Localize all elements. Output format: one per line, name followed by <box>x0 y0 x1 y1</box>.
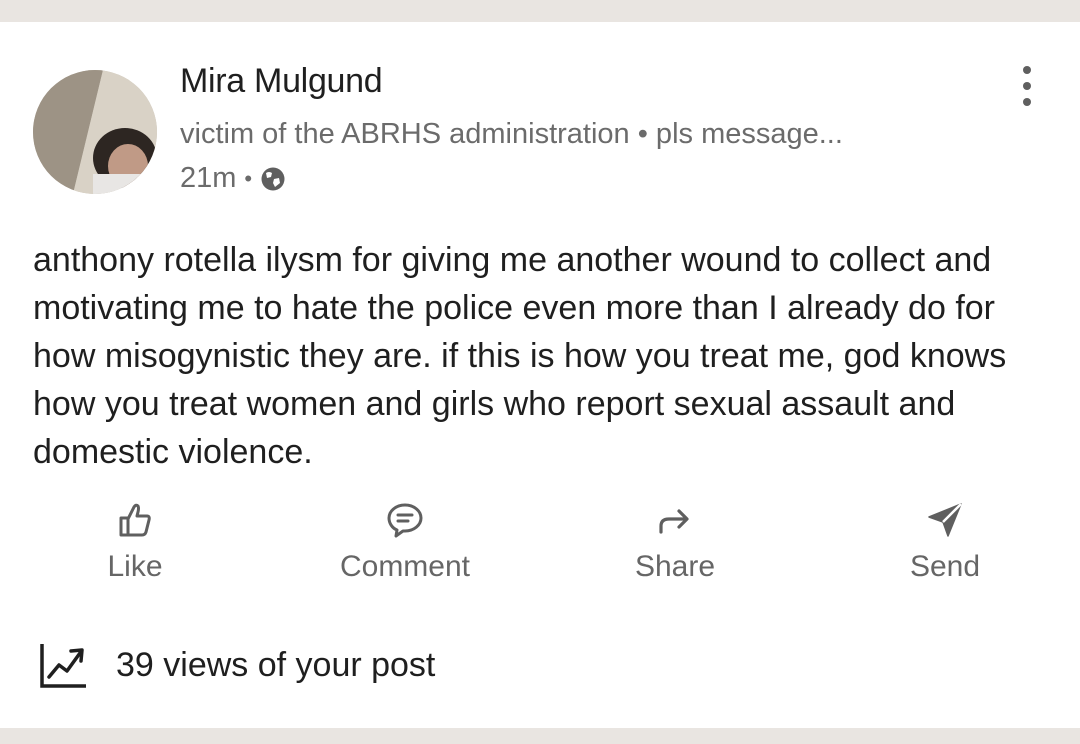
post-card: Mira Mulgund victim of the ABRHS adminis… <box>0 22 1080 728</box>
thumbs-up-icon <box>119 503 151 537</box>
avatar[interactable] <box>33 70 157 194</box>
more-options-button[interactable] <box>1008 64 1046 108</box>
author-headline[interactable]: victim of the ABRHS administration • pls… <box>180 118 940 151</box>
globe-icon <box>260 166 286 192</box>
like-button[interactable]: Like <box>35 500 235 600</box>
send-icon <box>928 503 962 537</box>
post-text: anthony rotella ilysm for giving me anot… <box>33 241 1007 471</box>
author-name[interactable]: Mira Mulgund <box>180 62 383 101</box>
send-button[interactable]: Send <box>845 500 1045 600</box>
trending-chart-icon <box>40 644 86 688</box>
comment-icon <box>387 503 423 538</box>
comment-label: Comment <box>339 550 471 583</box>
post-analytics[interactable]: 39 views of your post <box>38 640 435 690</box>
post-time: 21m <box>180 162 237 194</box>
comment-button[interactable]: Comment <box>305 500 505 600</box>
action-bar: Like Comment Share Send <box>0 500 1080 610</box>
avatar-photo <box>33 70 157 194</box>
send-label: Send <box>909 550 981 583</box>
more-vertical-icon <box>1023 66 1031 74</box>
more-dot <box>1023 98 1031 106</box>
share-label: Share <box>634 550 716 583</box>
like-label: Like <box>107 550 163 583</box>
meta-separator: • <box>244 165 253 191</box>
share-button[interactable]: Share <box>575 500 775 600</box>
share-arrow-icon <box>659 509 689 534</box>
views-count-text: 39 views of your post <box>116 645 436 684</box>
more-dot <box>1023 82 1031 90</box>
post-meta: 21m • <box>180 162 286 195</box>
